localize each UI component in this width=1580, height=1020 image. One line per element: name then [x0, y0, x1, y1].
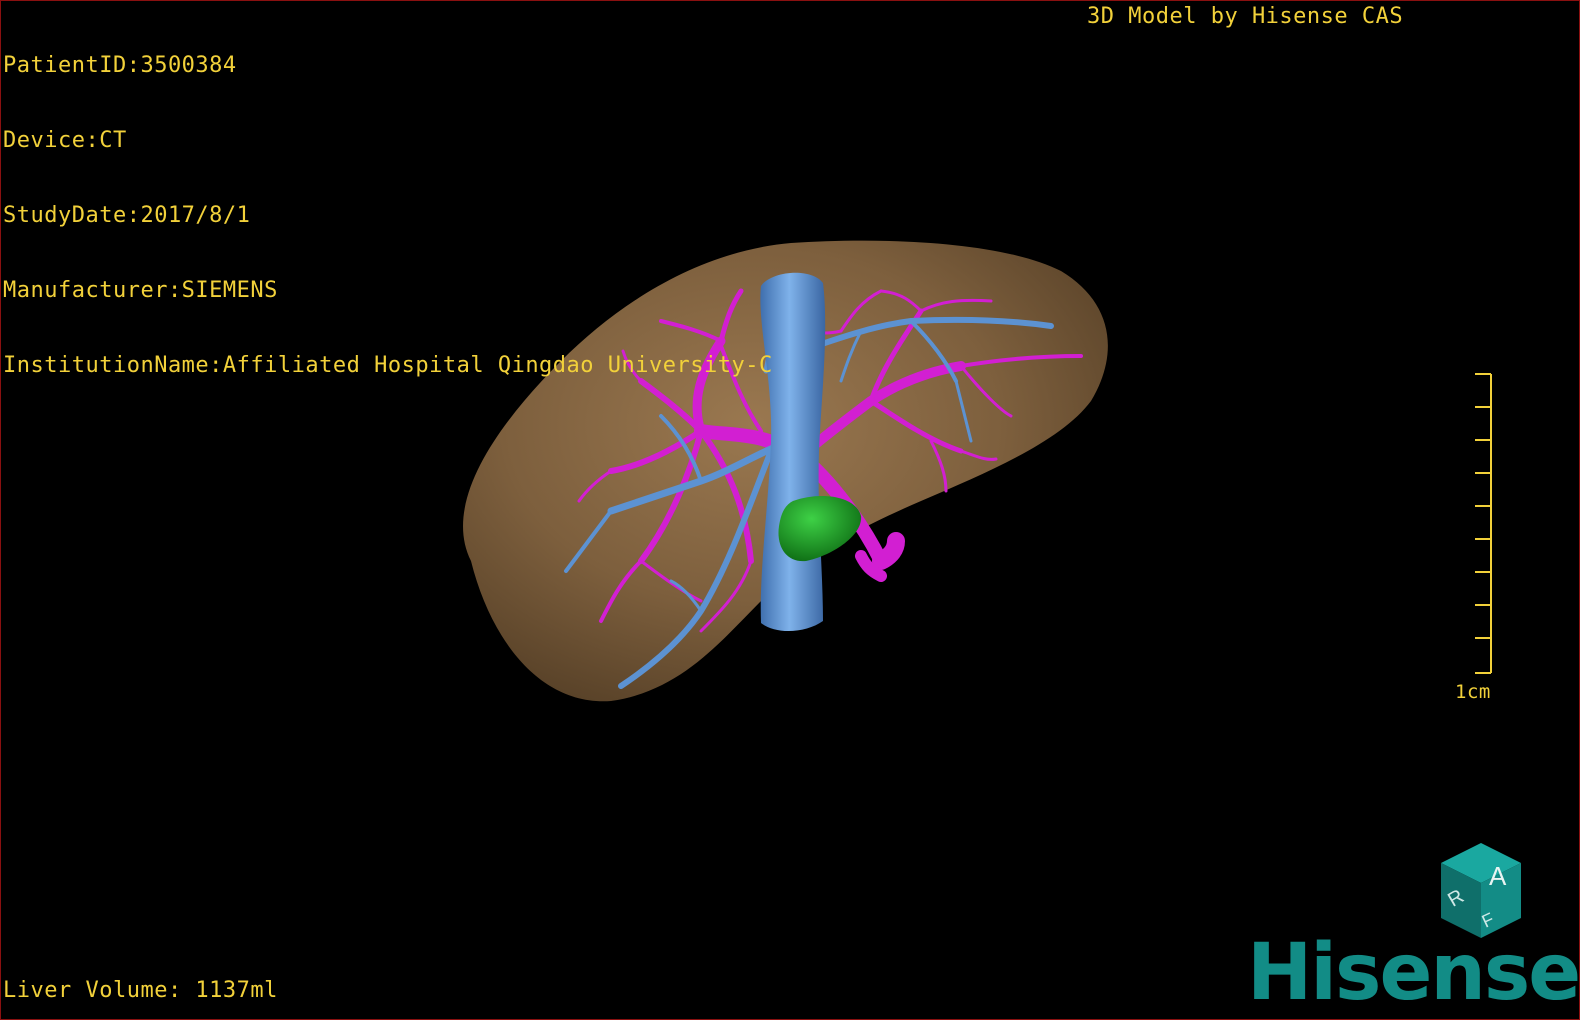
institution-name: InstitutionName:Affiliated Hospital Qing… [3, 353, 773, 378]
scale-bar-icon [1475, 373, 1492, 674]
lesion [778, 496, 862, 562]
liver-volume: Liver Volume: 1137ml [3, 978, 278, 1003]
patient-id: PatientID:3500384 [3, 53, 237, 78]
manufacturer: Manufacturer:SIEMENS [3, 278, 278, 303]
device: Device:CT [3, 128, 127, 153]
study-date: StudyDate:2017/8/1 [3, 203, 251, 228]
study-info-block: PatientID:3500384 Device:CT StudyDate:20… [3, 3, 773, 428]
3d-viewport[interactable]: PatientID:3500384 Device:CT StudyDate:20… [0, 0, 1580, 1020]
model-credit: 3D Model by Hisense CAS [1087, 4, 1404, 29]
scale-bar-label: 1cm [1455, 681, 1491, 703]
hisense-logo-icon: Hisense [1247, 928, 1580, 1018]
cube-face-top: A [1489, 861, 1507, 891]
